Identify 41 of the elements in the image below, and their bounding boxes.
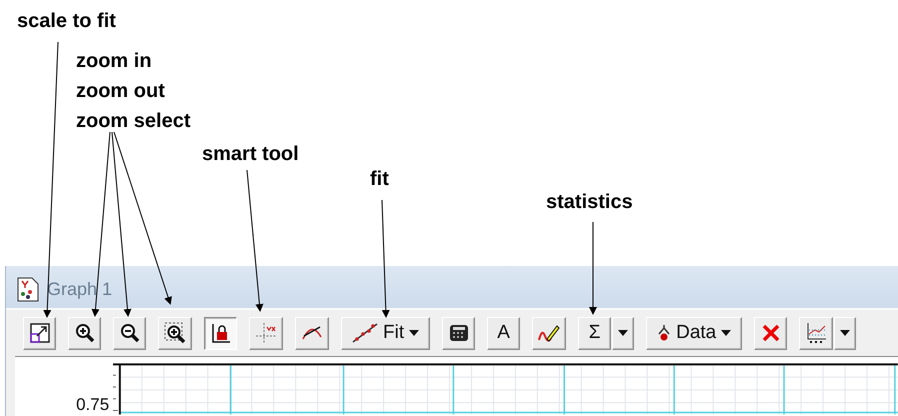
graph-options-icon <box>805 322 828 344</box>
resize-icon <box>30 323 50 343</box>
lock-button[interactable] <box>204 316 237 350</box>
document-icon <box>17 276 39 302</box>
zoom-select-button[interactable] <box>158 316 192 350</box>
annotation-label: zoom select <box>76 110 190 132</box>
annotation-label: statistics <box>546 191 633 213</box>
pencil-button[interactable] <box>532 316 566 350</box>
annotation-label: zoom out <box>76 80 165 102</box>
zoom-out-icon <box>120 323 140 343</box>
caret-icon <box>840 330 850 336</box>
dropdown-button[interactable] <box>612 316 634 350</box>
axis-lock-icon <box>210 323 230 343</box>
graph-options-button[interactable] <box>799 316 834 350</box>
calculator-icon <box>448 324 469 342</box>
annotation-label: scale to fit <box>17 10 116 32</box>
annotation-label: fit <box>370 168 389 190</box>
dropdown-button[interactable] <box>834 316 856 350</box>
fit-button[interactable]: Fit <box>341 316 430 350</box>
axis-tick-label: 0.75 <box>75 395 110 415</box>
text-button[interactable]: A <box>487 316 520 350</box>
caret-icon <box>721 330 732 336</box>
zoom-in-button[interactable] <box>68 316 101 350</box>
crosshair-icon <box>255 322 277 344</box>
probe-icon <box>657 324 672 342</box>
caret-icon <box>618 330 628 336</box>
data-button[interactable]: Data <box>646 316 742 350</box>
caret-icon <box>409 330 420 336</box>
annotation-label: zoom in <box>76 50 152 72</box>
fit-line-icon <box>352 323 378 343</box>
zoom-select-icon <box>164 322 186 344</box>
delete-button[interactable] <box>754 316 788 350</box>
annotation-label: smart tool <box>202 143 299 165</box>
scale-to-fit-button[interactable] <box>23 316 56 350</box>
statistics-button[interactable]: Σ <box>578 316 612 350</box>
zoom-in-icon <box>74 323 94 343</box>
calculator-button[interactable] <box>442 316 476 350</box>
delete-icon <box>760 323 781 343</box>
smart-tool-button[interactable] <box>249 316 283 350</box>
zoom-out-button[interactable] <box>113 316 146 350</box>
curve-button[interactable] <box>295 316 329 350</box>
